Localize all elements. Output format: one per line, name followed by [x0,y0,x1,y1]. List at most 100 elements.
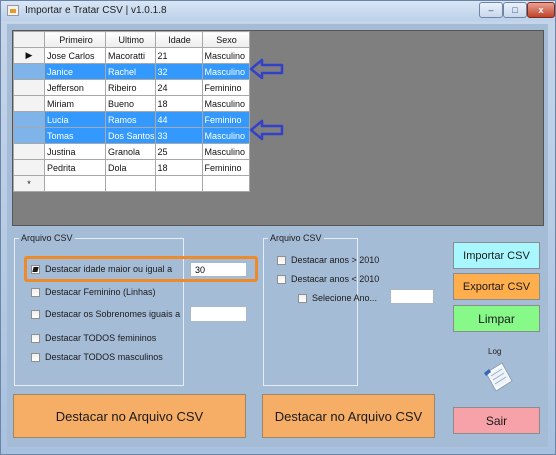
row-header[interactable] [13,95,45,112]
cell-primeiro[interactable]: Lucia [44,111,106,128]
cell-idade[interactable]: 44 [154,111,203,128]
importar-csv-button[interactable]: Importar CSV [453,242,540,269]
cell-ultimo[interactable]: Dos Santos [105,127,156,144]
cell-primeiro[interactable]: Tomas [44,127,106,144]
ano-input[interactable] [390,289,434,304]
row-header[interactable]: ▶ [13,47,45,64]
row-header[interactable] [13,159,45,176]
row-header[interactable] [13,143,45,160]
table-row[interactable]: Lucia Ramos 44 Feminino [13,111,250,128]
cell-sexo[interactable]: Masculino [201,143,250,160]
option-label: Destacar anos > 2010 [291,255,380,265]
table-row[interactable]: Janice Rachel 32 Masculino [13,63,250,80]
cell-idade[interactable]: 33 [154,127,203,144]
checkbox[interactable] [31,309,40,319]
cell-sexo[interactable]: Masculino [201,63,250,80]
destacar-arquivo-csv-button-left[interactable]: Destacar no Arquivo CSV [13,394,246,438]
cell-idade[interactable]: 18 [154,95,203,112]
cell-idade[interactable]: 18 [154,159,203,176]
table-row[interactable]: Justina Granola 25 Masculino [13,143,250,160]
limpar-button[interactable]: Limpar [453,305,540,332]
cell-sexo[interactable]: Masculino [201,95,250,112]
cell-idade[interactable]: 32 [154,63,203,80]
table-row[interactable]: Miriam Bueno 18 Masculino [13,95,250,112]
table-row[interactable]: Pedrita Dola 18 Feminino [13,159,250,176]
table-row[interactable]: ▶ Jose Carlos Macoratti 21 Masculino [13,47,250,64]
row-header[interactable] [13,111,45,128]
annotation-highlight-box [24,256,258,282]
option-todos-masculinos[interactable]: Destacar TODOS masculinos [31,352,163,362]
cell-primeiro[interactable]: Miriam [44,95,106,112]
cell-ultimo[interactable]: Ramos [105,111,156,128]
column-header-ultimo[interactable]: Ultimo [105,31,156,48]
cell-sexo[interactable]: Feminino [201,111,250,128]
title-bar[interactable]: Importar e Tratar CSV | v1.0.1.8 – □ x [1,1,555,21]
new-cell[interactable] [154,175,203,192]
sobrenome-input[interactable] [190,306,247,322]
row-header[interactable] [13,63,45,80]
group-legend: Arquivo CSV [21,233,73,243]
new-cell[interactable] [44,175,106,192]
row-header[interactable] [13,127,45,144]
option-label: Selecione Ano... [312,293,378,303]
checkbox[interactable] [31,287,40,297]
new-cell[interactable] [201,175,250,192]
option-selecione-ano[interactable]: Selecione Ano... [298,293,377,303]
cell-ultimo[interactable]: Granola [105,143,156,160]
cell-primeiro[interactable]: Jose Carlos [44,47,106,64]
destacar-arquivo-csv-button-right[interactable]: Destacar no Arquivo CSV [262,394,435,438]
cell-idade[interactable]: 25 [154,143,203,160]
cell-ultimo[interactable]: Macoratti [105,47,156,64]
data-grid-table: Primeiro Ultimo Idade Sexo ▶ Jose Carlos… [13,31,250,192]
cell-ultimo[interactable]: Bueno [105,95,156,112]
option-sobrenomes-iguais[interactable]: Destacar os Sobrenomes iguais a [31,309,180,319]
column-header-primeiro[interactable]: Primeiro [44,31,106,48]
cell-primeiro[interactable]: Janice [44,63,106,80]
grid-corner-header[interactable] [13,31,45,48]
cell-primeiro[interactable]: Pedrita [44,159,106,176]
cell-primeiro[interactable]: Justina [44,143,106,160]
option-anos-maior-2010[interactable]: Destacar anos > 2010 [277,255,379,265]
log-document-icon[interactable] [482,359,516,393]
option-feminino-linhas[interactable]: Destacar Feminino (Linhas) [31,287,156,297]
cell-sexo[interactable]: Feminino [201,79,250,96]
table-row[interactable]: Tomas Dos Santos 33 Masculino [13,127,250,144]
cell-ultimo[interactable]: Rachel [105,63,156,80]
option-label: Destacar TODOS masculinos [45,352,163,362]
exportar-csv-button[interactable]: Exportar CSV [453,273,540,300]
option-label: Destacar anos < 2010 [291,274,380,284]
cell-ultimo[interactable]: Dola [105,159,156,176]
option-label: Destacar Feminino (Linhas) [45,287,156,297]
close-button[interactable]: x [527,2,555,18]
cell-primeiro[interactable]: Jefferson [44,79,106,96]
window-title: Importar e Tratar CSV | v1.0.1.8 [25,5,167,16]
arrow-left-icon [249,58,284,80]
option-label: Destacar os Sobrenomes iguais a [45,309,181,319]
option-label: Destacar TODOS femininos [45,333,157,343]
cell-idade[interactable]: 24 [154,79,203,96]
row-header[interactable] [13,79,45,96]
checkbox[interactable] [31,352,40,362]
column-header-sexo[interactable]: Sexo [201,31,250,48]
new-row[interactable]: * [13,175,250,192]
sair-button[interactable]: Sair [453,407,540,434]
cell-idade[interactable]: 21 [154,47,203,64]
maximize-button[interactable]: □ [503,2,527,18]
cell-sexo[interactable]: Masculino [201,127,250,144]
option-anos-menor-2010[interactable]: Destacar anos < 2010 [277,274,379,284]
cell-ultimo[interactable]: Ribeiro [105,79,156,96]
table-row[interactable]: Jefferson Ribeiro 24 Feminino [13,79,250,96]
column-header-idade[interactable]: Idade [154,31,203,48]
minimize-button[interactable]: – [479,2,503,18]
checkbox[interactable] [277,255,286,265]
app-icon [7,5,19,16]
cell-sexo[interactable]: Masculino [201,47,250,64]
checkbox[interactable] [277,274,286,284]
cell-sexo[interactable]: Feminino [201,159,250,176]
arrow-left-icon [249,119,284,141]
new-row-indicator[interactable]: * [13,175,45,192]
checkbox[interactable] [298,293,307,303]
new-cell[interactable] [105,175,156,192]
checkbox[interactable] [31,333,40,343]
option-todos-femininos[interactable]: Destacar TODOS femininos [31,333,156,343]
